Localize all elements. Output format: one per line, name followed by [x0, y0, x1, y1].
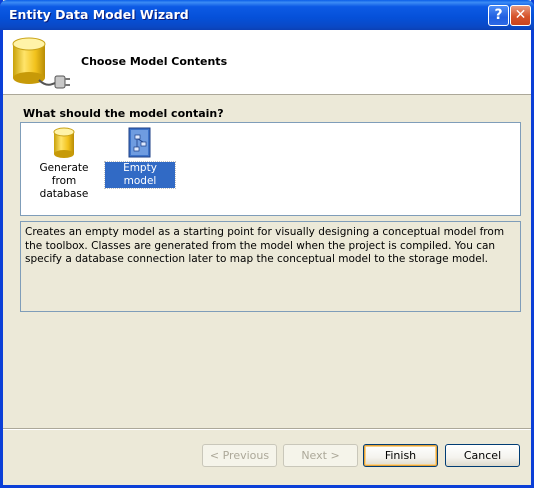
help-icon: ? [494, 7, 503, 23]
close-button[interactable]: ✕ [510, 5, 531, 26]
option-label-line1: Generate from [39, 162, 89, 187]
help-button[interactable]: ? [488, 5, 509, 26]
window-title: Entity Data Model Wizard [9, 7, 189, 22]
option-empty-model[interactable]: Empty model [104, 127, 176, 189]
option-label-line2: database [39, 188, 89, 200]
wizard-header: Choose Model Contents [3, 30, 531, 95]
close-icon: ✕ [514, 7, 527, 23]
cancel-button[interactable]: Cancel [445, 444, 520, 467]
model-contents-list[interactable]: Generate from database Empty model [20, 122, 521, 216]
title-bar[interactable]: Entity Data Model Wizard ? ✕ [0, 0, 534, 30]
database-icon [53, 127, 75, 158]
footer-divider [3, 428, 531, 430]
question-label: What should the model contain? [23, 107, 224, 120]
option-label: Empty model [104, 161, 176, 189]
next-button[interactable]: Next > [283, 444, 358, 467]
previous-button[interactable]: < Previous [202, 444, 277, 467]
database-plug-icon [12, 37, 70, 89]
finish-button[interactable]: Finish [363, 444, 438, 467]
empty-model-document-icon [128, 127, 151, 158]
wizard-window: Entity Data Model Wizard ? ✕ Choose Mode… [0, 0, 534, 488]
page-title: Choose Model Contents [81, 55, 228, 68]
option-description: Creates an empty model as a starting poi… [20, 221, 521, 312]
option-generate-from-database[interactable]: Generate from database [25, 127, 103, 201]
